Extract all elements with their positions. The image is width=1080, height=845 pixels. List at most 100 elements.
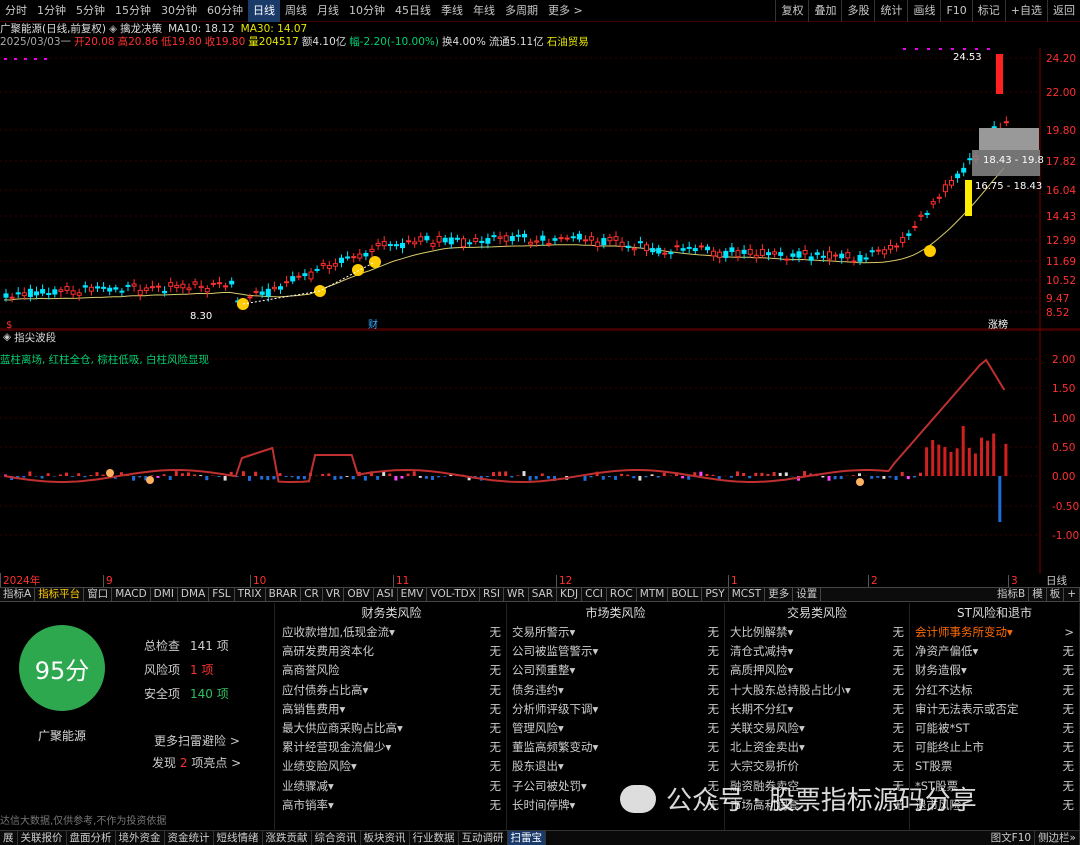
indicator-tab[interactable]: ROC bbox=[607, 587, 637, 602]
toolbar-button[interactable]: 统计 bbox=[874, 0, 907, 22]
risk-item[interactable]: 清仓式减持▾ 无 bbox=[725, 642, 909, 661]
risk-item[interactable]: 分红不达标 无 bbox=[910, 681, 1079, 700]
toolbar-button[interactable]: 多股 bbox=[841, 0, 874, 22]
indicator-tab[interactable]: DMA bbox=[178, 587, 210, 602]
indicator-tab[interactable]: MACD bbox=[112, 587, 151, 602]
indicator-tab[interactable]: BOLL bbox=[668, 587, 703, 602]
indicator-tab[interactable]: CCI bbox=[582, 587, 607, 602]
indicator-tab[interactable]: 设置 bbox=[793, 587, 822, 602]
period-tab[interactable]: 60分钟 bbox=[202, 0, 248, 22]
bottom-tab[interactable]: 关联报价 bbox=[18, 831, 67, 845]
period-tab[interactable]: 5分钟 bbox=[71, 0, 110, 22]
risk-item[interactable]: 分析师评级下调▾ 无 bbox=[507, 700, 724, 719]
indicator-tab[interactable]: WR bbox=[504, 587, 529, 602]
bottom-tab[interactable]: 展 bbox=[0, 831, 18, 845]
more-scan-link[interactable]: 更多扫雷避险 > bbox=[154, 732, 240, 749]
risk-item[interactable]: 最大供应商采购占比高▾ 无 bbox=[277, 719, 506, 738]
period-tab[interactable]: 分时 bbox=[0, 0, 32, 22]
toolbar-button[interactable]: 标记 bbox=[971, 0, 1005, 22]
indicator-tab[interactable]: OBV bbox=[344, 587, 374, 602]
period-tab[interactable]: 季线 bbox=[436, 0, 468, 22]
indicator-tab[interactable]: CR bbox=[301, 587, 323, 602]
indicator-tab[interactable]: DMI bbox=[151, 587, 178, 602]
risk-item[interactable]: 业绩变脸风险▾ 无 bbox=[277, 757, 506, 776]
risk-item[interactable]: 高质押风险▾ 无 bbox=[725, 661, 909, 680]
risk-item[interactable]: 股东退出▾ 无 bbox=[507, 757, 724, 776]
risk-item[interactable]: 十大股东总持股占比小▾ 无 bbox=[725, 681, 909, 700]
bottom-tab[interactable]: 综合资讯 bbox=[312, 831, 361, 845]
risk-item[interactable]: 公司预重整▾ 无 bbox=[507, 661, 724, 680]
risk-item[interactable]: 债务违约▾ 无 bbox=[507, 681, 724, 700]
period-tab[interactable]: 45日线 bbox=[390, 0, 436, 22]
risk-item[interactable]: 会计师事务所变动▾ > bbox=[910, 623, 1079, 642]
risk-item[interactable]: 审计无法表示或否定 无 bbox=[910, 700, 1079, 719]
indicator-tab[interactable]: KDJ bbox=[557, 587, 583, 602]
bottom-tab[interactable]: 盘面分析 bbox=[67, 831, 116, 845]
indicator-tab[interactable]: FSL bbox=[209, 587, 235, 602]
toolbar-button[interactable]: 画线 bbox=[907, 0, 940, 22]
indicator-tab[interactable]: EMV bbox=[398, 587, 428, 602]
risk-item[interactable]: 交易所警示▾ 无 bbox=[507, 623, 724, 642]
toolbar-button[interactable]: 返回 bbox=[1047, 0, 1080, 22]
risk-item[interactable]: 可能被*ST 无 bbox=[910, 719, 1079, 738]
period-tab[interactable]: 15分钟 bbox=[110, 0, 156, 22]
bottom-tab[interactable]: 资金统计 bbox=[165, 831, 214, 845]
toolbar-button[interactable]: 叠加 bbox=[808, 0, 841, 22]
indicator-tab-right[interactable]: 指标B bbox=[994, 587, 1030, 602]
risk-item[interactable]: 净资产偏低▾ 无 bbox=[910, 642, 1079, 661]
indicator-tab[interactable]: TRIX bbox=[235, 587, 266, 602]
bottom-tab[interactable]: 行业数据 bbox=[410, 831, 459, 845]
bottom-tab[interactable]: 境外资金 bbox=[116, 831, 165, 845]
indicator-tab[interactable]: MCST bbox=[729, 587, 766, 602]
indicator-tab[interactable]: VR bbox=[323, 587, 345, 602]
bottom-right-button[interactable]: 图文F10 bbox=[988, 831, 1036, 845]
indicator-tab[interactable]: 更多 bbox=[765, 587, 794, 602]
highlights-link[interactable]: 发现 2 项亮点 > bbox=[152, 754, 241, 771]
indicator-tab[interactable]: MTM bbox=[637, 587, 669, 602]
period-tab[interactable]: 周线 bbox=[280, 0, 312, 22]
risk-item[interactable]: 高研发费用资本化 无 bbox=[277, 642, 506, 661]
risk-item[interactable]: 应付债券占比高▾ 无 bbox=[277, 681, 506, 700]
toolbar-button[interactable]: +自选 bbox=[1004, 0, 1047, 22]
risk-item[interactable]: 应收款增加,低现金流▾ 无 bbox=[277, 623, 506, 642]
period-tab[interactable]: 多周期 bbox=[500, 0, 543, 22]
risk-item[interactable]: 大比例解禁▾ 无 bbox=[725, 623, 909, 642]
period-tab[interactable]: 10分钟 bbox=[344, 0, 390, 22]
risk-item[interactable]: 大宗交易折价 无 bbox=[725, 757, 909, 776]
bottom-tab[interactable]: 扫雷宝 bbox=[507, 831, 546, 845]
indicator-tab-right[interactable]: 板 bbox=[1047, 587, 1065, 602]
period-tab[interactable]: 30分钟 bbox=[156, 0, 202, 22]
risk-item[interactable]: 长期不分红▾ 无 bbox=[725, 700, 909, 719]
risk-item[interactable]: 累计经营现金流偏少▾ 无 bbox=[277, 738, 506, 757]
toolbar-button[interactable]: F10 bbox=[940, 0, 971, 22]
period-tab[interactable]: 1分钟 bbox=[32, 0, 71, 22]
indicator-tab[interactable]: ASI bbox=[374, 587, 398, 602]
bottom-tab[interactable]: 涨跌贡献 bbox=[263, 831, 312, 845]
indicator-tab[interactable]: PSY bbox=[702, 587, 729, 602]
risk-item[interactable]: 关联交易风险▾ 无 bbox=[725, 719, 909, 738]
indicator-tab[interactable]: 指标平台 bbox=[35, 587, 85, 602]
indicator-tab[interactable]: SAR bbox=[529, 587, 558, 602]
toolbar-button[interactable]: 复权 bbox=[775, 0, 808, 22]
bottom-tab[interactable]: 互动调研 bbox=[459, 831, 508, 845]
indicator-tab[interactable]: 指标A bbox=[0, 587, 36, 602]
risk-item[interactable]: 董监高频繁变动▾ 无 bbox=[507, 738, 724, 757]
risk-item[interactable]: 高商誉风险 无 bbox=[277, 661, 506, 680]
risk-item[interactable]: 北上资金卖出▾ 无 bbox=[725, 738, 909, 757]
risk-item[interactable]: 公司被监管警示▾ 无 bbox=[507, 642, 724, 661]
risk-item[interactable]: 业绩骤减▾ 无 bbox=[277, 777, 506, 796]
indicator-tab[interactable]: RSI bbox=[480, 587, 504, 602]
indicator-tab[interactable]: VOL-TDX bbox=[427, 587, 480, 602]
risk-item[interactable]: ST股票 无 bbox=[910, 757, 1079, 776]
period-tab[interactable]: 日线 bbox=[248, 0, 280, 22]
risk-item[interactable]: 高市销率▾ 无 bbox=[277, 796, 506, 815]
bottom-tab[interactable]: 短线情绪 bbox=[214, 831, 263, 845]
risk-item[interactable]: 财务造假▾ 无 bbox=[910, 661, 1079, 680]
risk-item[interactable]: 可能终止上市 无 bbox=[910, 738, 1079, 757]
risk-item[interactable]: 管理风险▾ 无 bbox=[507, 719, 724, 738]
period-tab[interactable]: 更多 > bbox=[543, 0, 588, 22]
candlestick-chart[interactable]: 24.20 22.00 19.80 17.82 16.04 14.43 12.99 11.69… bbox=[0, 48, 1080, 330]
period-tab[interactable]: 月线 bbox=[312, 0, 344, 22]
indicator-chart[interactable]: 2.00 1.50 1.00 0.50 0.00 -0.50 -1.00 bbox=[0, 330, 1080, 574]
indicator-tab-right[interactable]: + bbox=[1064, 587, 1080, 602]
